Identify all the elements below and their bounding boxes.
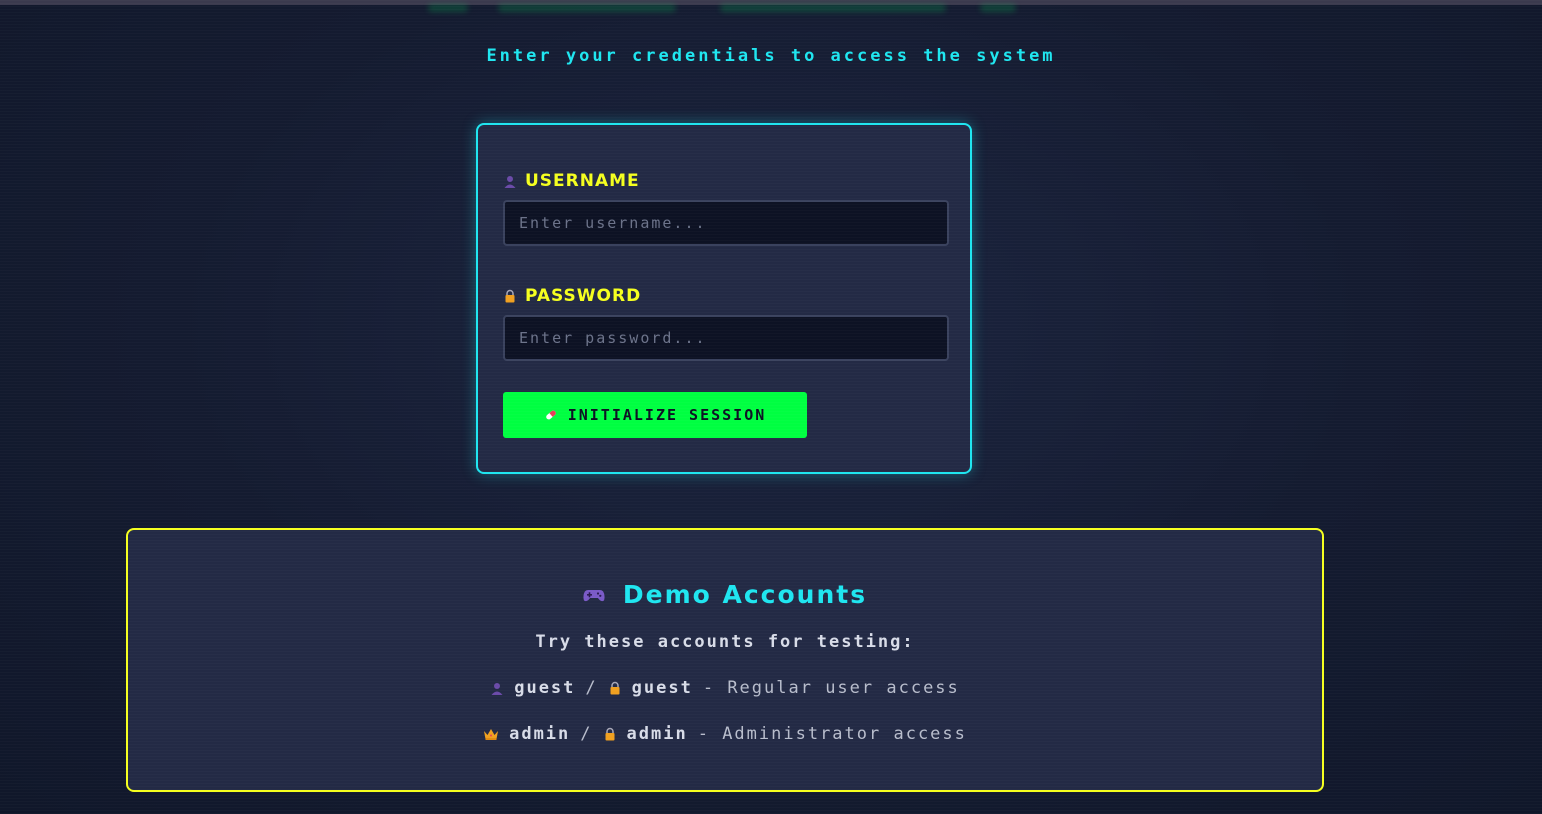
user-icon <box>504 176 516 188</box>
lock-icon <box>610 681 620 695</box>
username-label: USERNAME <box>503 171 640 191</box>
title-glow <box>980 4 1016 12</box>
demo-accounts-title: Demo Accounts <box>128 580 1322 609</box>
login-form: USERNAME PASSWORD INITIALIZE SESSION <box>476 123 972 474</box>
lock-icon <box>605 727 615 741</box>
demo-description: - Regular user access <box>702 678 960 698</box>
password-label: PASSWORD <box>503 286 641 306</box>
demo-accounts-title-text: Demo Accounts <box>622 580 868 609</box>
demo-description: - Administrator access <box>697 724 967 744</box>
password-label-text: PASSWORD <box>525 286 642 306</box>
initialize-session-label: INITIALIZE SESSION <box>567 406 767 424</box>
demo-accounts-subtitle: Try these accounts for testing: <box>535 632 915 652</box>
demo-account-row: admin / admin - Administrator access <box>128 724 1322 744</box>
initialize-session-button[interactable]: INITIALIZE SESSION <box>503 392 807 438</box>
pill-icon <box>545 410 556 420</box>
username-input[interactable] <box>503 200 949 246</box>
title-glow <box>498 4 676 12</box>
page-subtitle: Enter your credentials to access the sys… <box>486 46 1056 66</box>
username-label-text: USERNAME <box>525 171 640 191</box>
demo-username: admin <box>509 724 571 744</box>
demo-accounts-panel: Demo Accounts Try these accounts for tes… <box>126 528 1324 792</box>
crown-icon <box>484 729 499 740</box>
gamepad-icon <box>583 589 605 601</box>
title-glow <box>428 4 468 12</box>
demo-password: guest <box>631 678 693 698</box>
demo-separator: / <box>580 724 593 744</box>
demo-username: guest <box>514 678 576 698</box>
user-icon <box>491 683 503 695</box>
demo-separator: / <box>585 678 598 698</box>
lock-icon <box>505 289 515 303</box>
demo-password: admin <box>626 724 688 744</box>
title-glow <box>720 4 946 12</box>
demo-account-row: guest / guest - Regular user access <box>128 678 1322 698</box>
password-input[interactable] <box>503 315 949 361</box>
